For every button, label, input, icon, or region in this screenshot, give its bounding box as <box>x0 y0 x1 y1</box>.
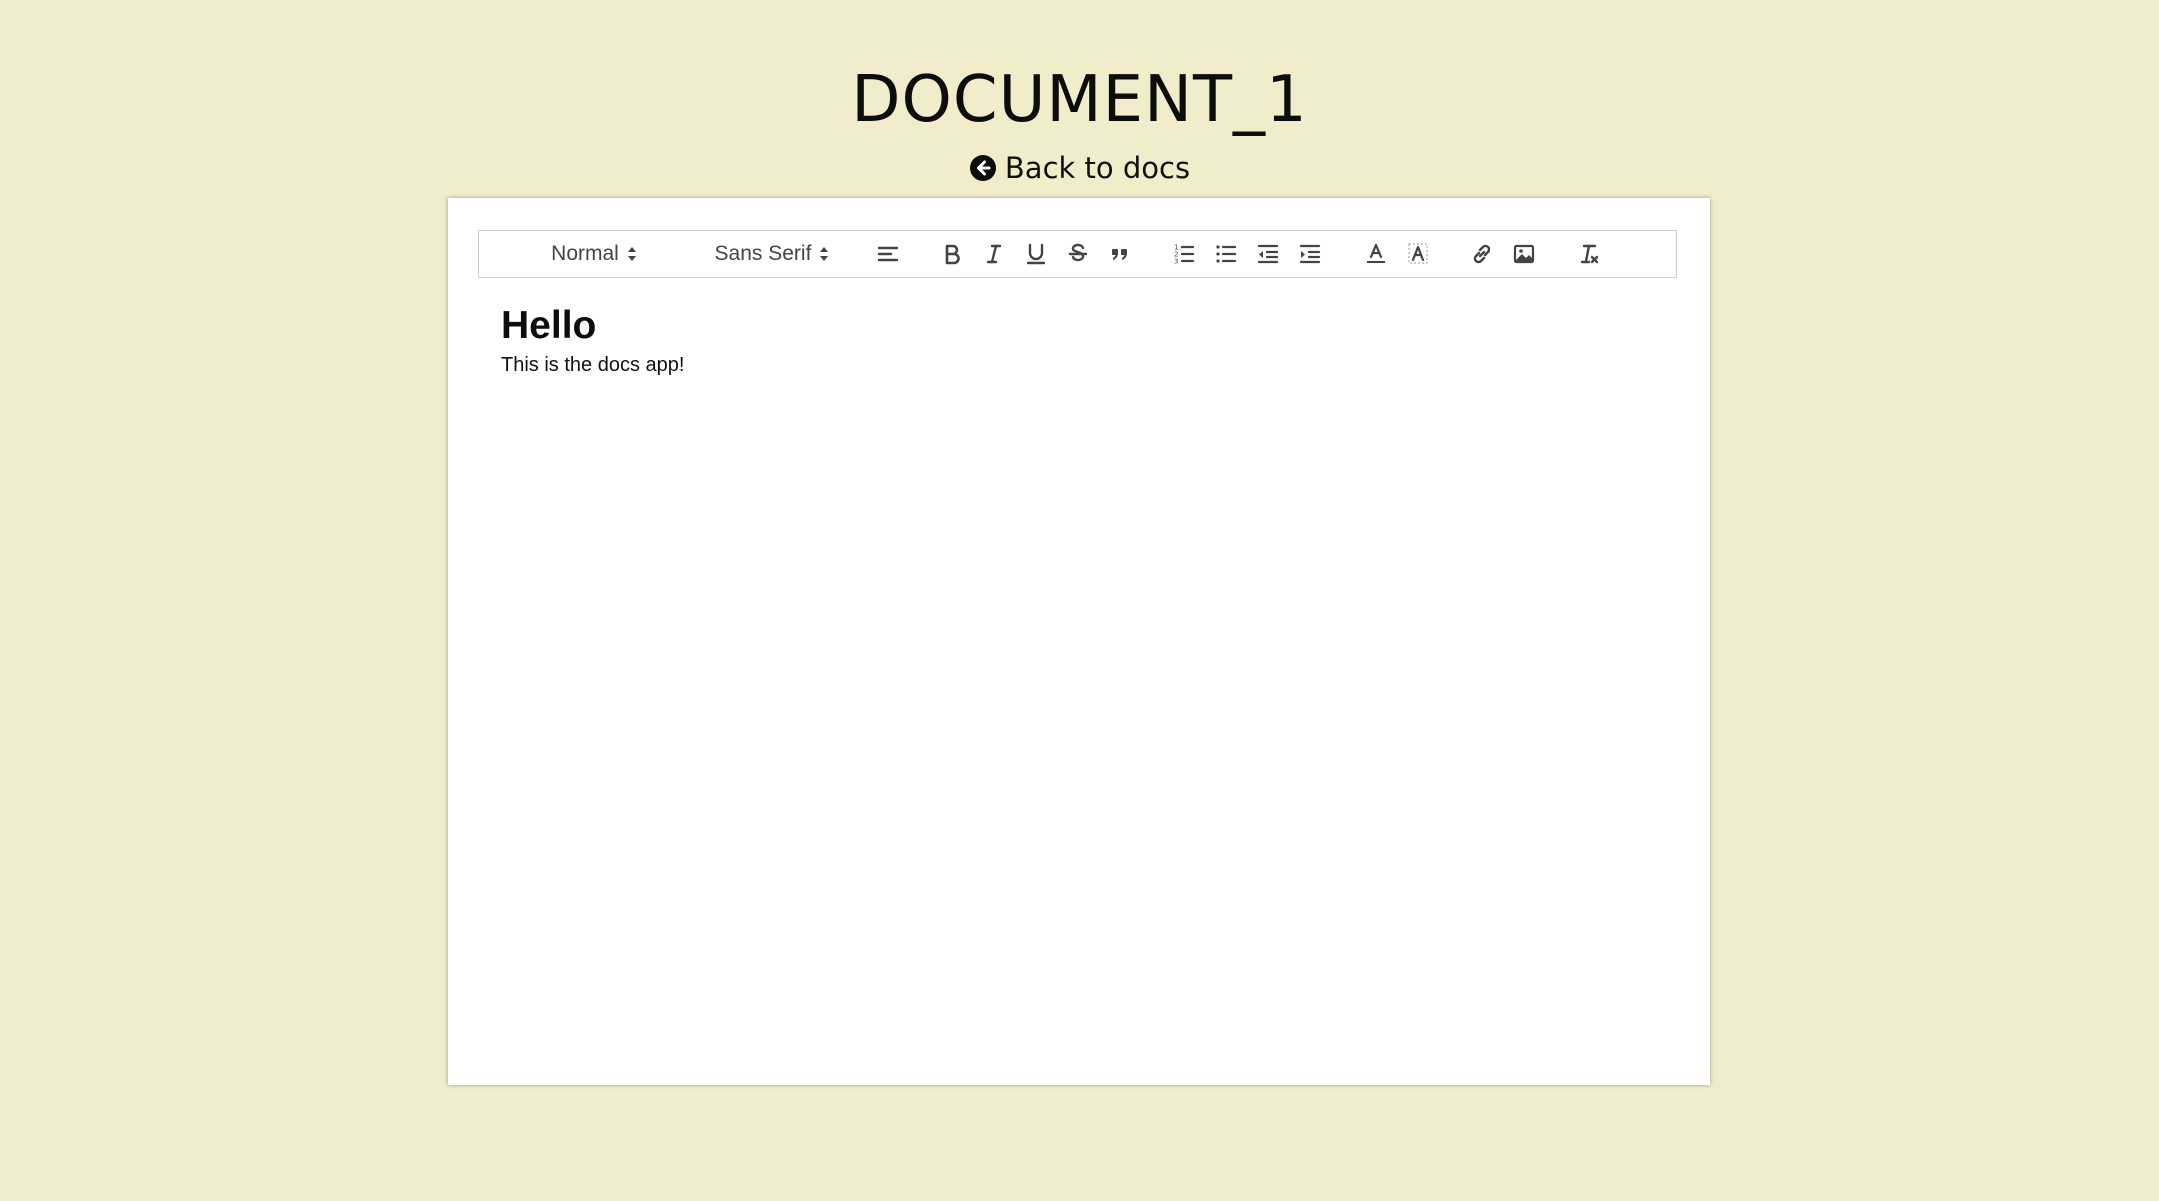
image-icon <box>1511 241 1537 267</box>
svg-text:3: 3 <box>1174 258 1178 266</box>
indent-button[interactable] <box>1293 231 1327 277</box>
arrow-circle-left-icon <box>969 154 997 182</box>
strikethrough-button[interactable] <box>1061 231 1095 277</box>
link-icon <box>1469 241 1495 267</box>
bold-icon <box>939 241 965 267</box>
image-button[interactable] <box>1507 231 1541 277</box>
back-to-docs-label: Back to docs <box>1004 151 1191 185</box>
header-picker-label: Normal <box>551 242 619 265</box>
outdent-button[interactable] <box>1251 231 1285 277</box>
document-paragraph: This is the docs app! <box>501 354 685 376</box>
italic-button[interactable] <box>977 231 1011 277</box>
bullet-list-button[interactable] <box>1209 231 1243 277</box>
bullet-list-icon <box>1213 241 1239 267</box>
underline-icon <box>1023 241 1049 267</box>
clear-formatting-button[interactable] <box>1572 231 1606 277</box>
editor-toolbar: Normal Sans Serif 1 2 3 <box>478 230 1677 278</box>
document-heading: Hello <box>501 304 597 347</box>
ordered-list-button[interactable]: 123 <box>1167 231 1201 277</box>
indent-icon <box>1297 241 1323 267</box>
clear-formatting-icon <box>1576 241 1602 267</box>
ordered-list-icon: 123 <box>1171 241 1197 267</box>
blockquote-icon <box>1107 241 1133 267</box>
underline-button[interactable] <box>1019 231 1053 277</box>
background-color-button[interactable] <box>1401 231 1435 277</box>
text-color-icon <box>1363 241 1389 267</box>
outdent-icon <box>1255 241 1281 267</box>
strikethrough-icon <box>1065 241 1091 267</box>
align-left-icon <box>875 241 901 267</box>
back-to-docs-link[interactable]: Back to docs <box>0 148 2159 192</box>
italic-icon <box>981 241 1007 267</box>
header-picker[interactable]: Normal <box>539 231 649 277</box>
editor-content[interactable]: Hello This is the docs app! <box>501 302 1670 378</box>
font-picker-label: Sans Serif <box>714 242 812 265</box>
bold-button[interactable] <box>935 231 969 277</box>
sort-arrows-icon <box>627 245 637 263</box>
align-button[interactable] <box>871 231 905 277</box>
font-picker[interactable]: Sans Serif <box>707 231 837 277</box>
sort-arrows-icon <box>819 245 829 263</box>
text-color-button[interactable] <box>1359 231 1393 277</box>
background-color-icon <box>1405 241 1431 267</box>
document-page: Normal Sans Serif 1 2 3 Hello This is th… <box>448 198 1710 1085</box>
blockquote-button[interactable] <box>1103 231 1137 277</box>
document-title: DOCUMENT_1 <box>851 63 1308 137</box>
link-button[interactable] <box>1465 231 1499 277</box>
